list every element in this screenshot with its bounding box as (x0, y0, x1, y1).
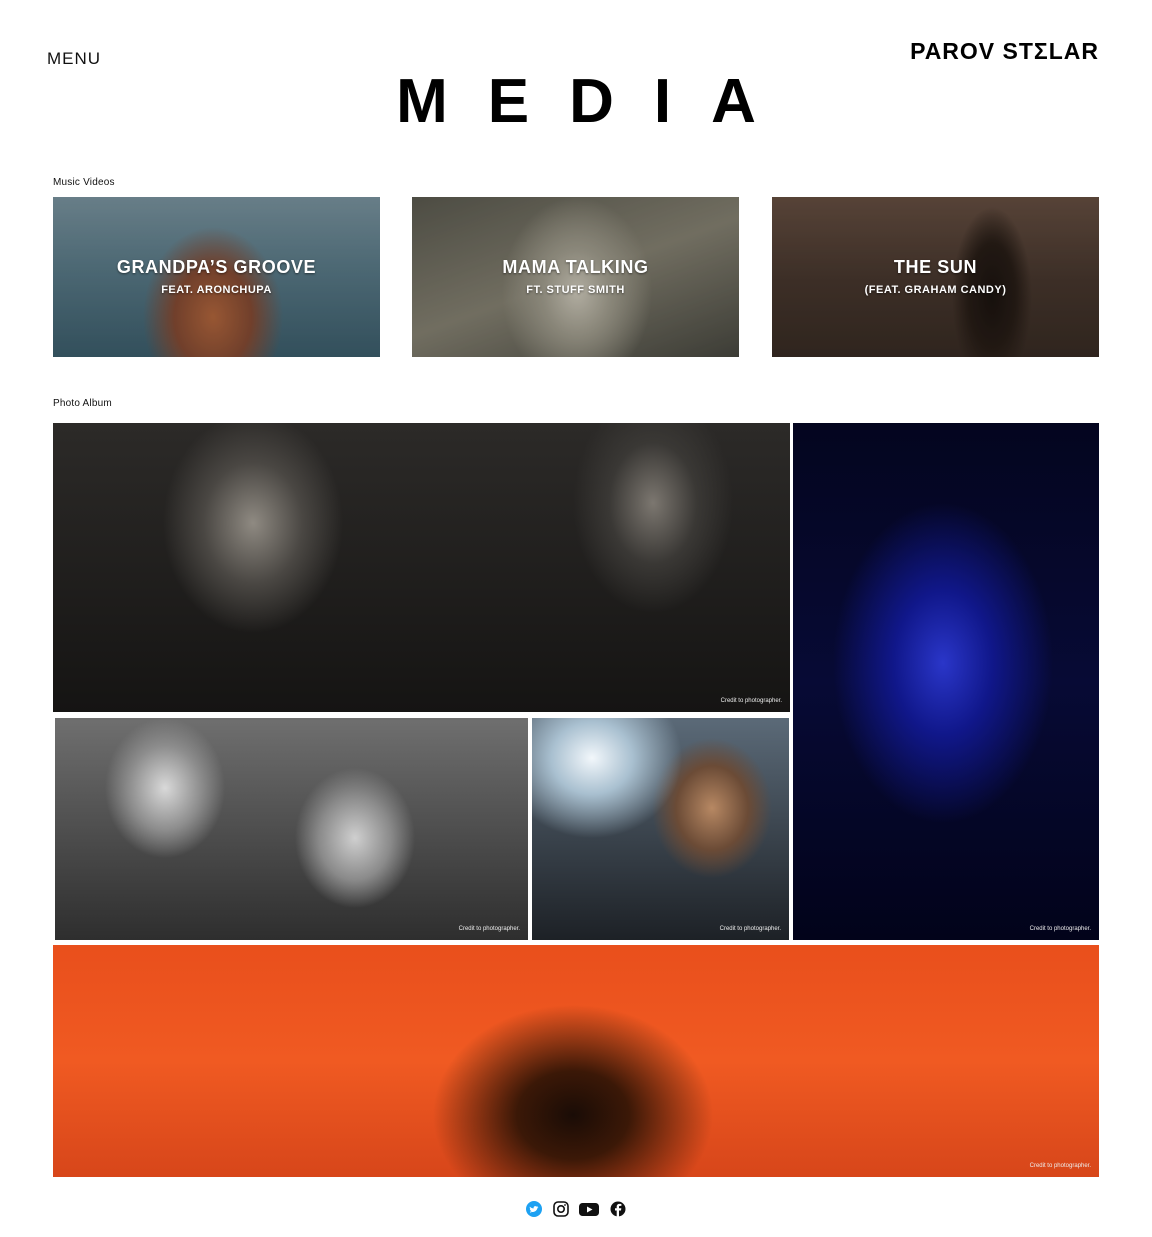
video-subtitle: FT. STUFF SMITH (526, 284, 625, 296)
video-card[interactable]: THE SUN (FEAT. GRAHAM CANDY) (772, 197, 1099, 357)
video-card[interactable]: GRANDPA’S GROOVE FEAT. ARONCHUPA (53, 197, 380, 357)
video-card[interactable]: MAMA TALKING FT. STUFF SMITH (412, 197, 739, 357)
youtube-icon[interactable] (578, 1200, 600, 1218)
photo-credit: Credit to photographer. (719, 926, 781, 932)
instagram-icon[interactable] (552, 1200, 570, 1218)
photo-album-label: Photo Album (53, 398, 112, 409)
photo-tile[interactable]: Credit to photographer. (53, 423, 790, 712)
video-title: GRANDPA’S GROOVE (116, 257, 317, 277)
photo-credit: Credit to photographer. (1029, 1163, 1091, 1169)
video-title: MAMA TALKING (502, 257, 649, 277)
video-caption: GRANDPA’S GROOVE FEAT. ARONCHUPA (53, 257, 380, 296)
social-links (0, 1200, 1152, 1218)
music-videos-label: Music Videos (53, 177, 115, 188)
video-title: THE SUN (893, 257, 978, 277)
page-title: MEDIA (396, 67, 796, 136)
video-caption: MAMA TALKING FT. STUFF SMITH (412, 257, 739, 296)
twitter-icon[interactable] (525, 1200, 543, 1218)
video-subtitle: (FEAT. GRAHAM CANDY) (864, 284, 1007, 296)
photo-tile[interactable]: Credit to photographer. (532, 718, 789, 940)
photo-credit: Credit to photographer. (458, 926, 520, 932)
photo-credit: Credit to photographer. (720, 698, 782, 704)
photo-tile[interactable]: Credit to photographer. (53, 945, 1099, 1177)
photo-tile[interactable]: Credit to photographer. (55, 718, 528, 940)
photo-credit: Credit to photographer. (1029, 926, 1091, 932)
photo-tile[interactable]: Credit to photographer. (793, 423, 1099, 940)
logo[interactable]: PAROV STΣLAR (910, 38, 1099, 65)
video-caption: THE SUN (FEAT. GRAHAM CANDY) (772, 257, 1099, 296)
facebook-icon[interactable] (609, 1200, 627, 1218)
video-subtitle: FEAT. ARONCHUPA (161, 284, 272, 296)
